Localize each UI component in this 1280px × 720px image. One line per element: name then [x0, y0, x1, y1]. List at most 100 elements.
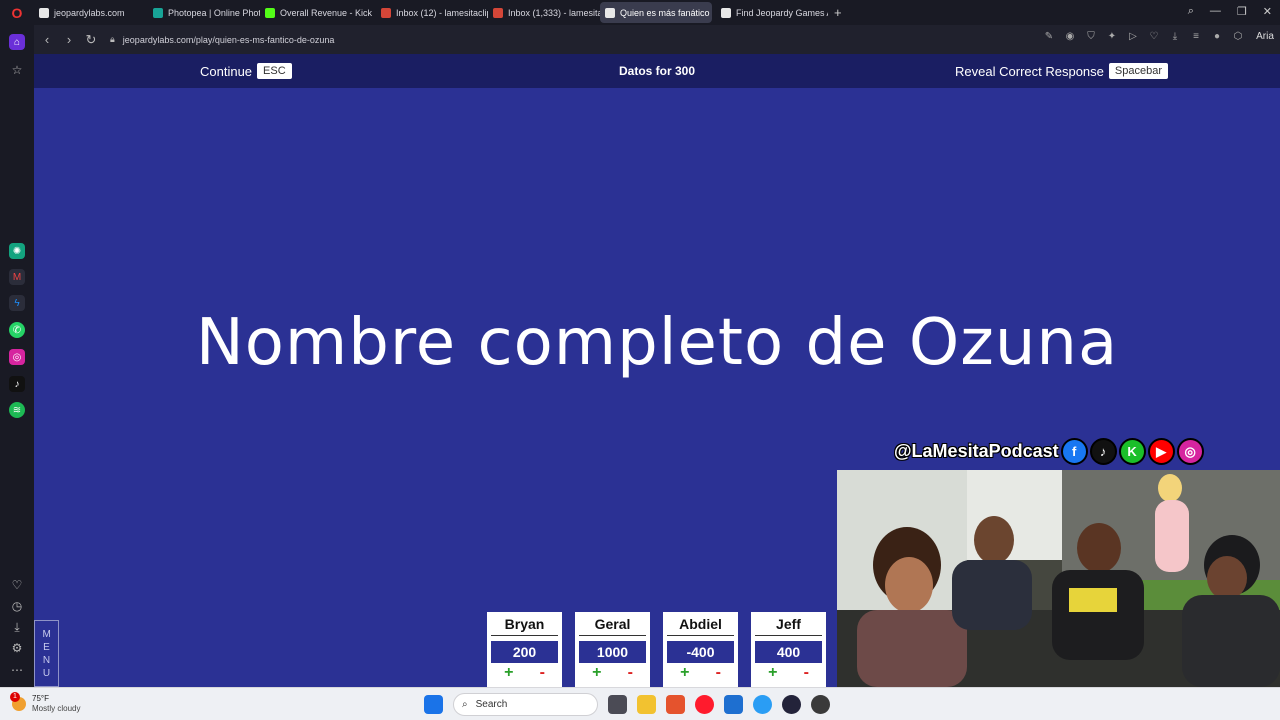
- search-tabs-icon[interactable]: ⌕: [1188, 5, 1194, 18]
- tab-favicon-icon: [153, 7, 163, 18]
- tab-label: jeopardylabs.com: [54, 7, 125, 18]
- tab-label: Overall Revenue - Kick Da: [280, 7, 372, 18]
- podcast-handle: @LaMesitaPodcast: [894, 441, 1059, 461]
- search-icon: ⌕: [462, 699, 468, 710]
- reveal-response-button[interactable]: Reveal Correct Response Spacebar: [955, 63, 1168, 79]
- file-explorer-icon[interactable]: [637, 695, 656, 714]
- question-text: Nombre completo de Ozuna: [195, 306, 1119, 380]
- taskbar-apps: ⌕ Search: [424, 693, 830, 716]
- back-icon[interactable]: ‹: [36, 32, 58, 47]
- downloads-icon[interactable]: ⤓: [9, 619, 25, 635]
- messenger-icon[interactable]: ϟ: [9, 295, 25, 311]
- tiktok-icon[interactable]: ♪: [9, 376, 25, 392]
- subtract-points-button[interactable]: -: [628, 665, 633, 681]
- weather-temp: 75°F: [32, 694, 49, 703]
- kick-icon: K: [1118, 438, 1146, 465]
- forward-icon[interactable]: ›: [58, 32, 80, 47]
- subtract-points-button[interactable]: -: [804, 665, 809, 681]
- tab-label: Quien es más fanático de: [620, 7, 712, 18]
- menu-button[interactable]: MENU: [34, 620, 59, 687]
- team-name[interactable]: Jeff: [755, 616, 822, 636]
- facebook-icon: f: [1060, 438, 1088, 465]
- opera-icon[interactable]: [695, 695, 714, 714]
- camera-icon[interactable]: ◉: [1065, 31, 1075, 42]
- add-points-button[interactable]: +: [680, 665, 689, 681]
- store-icon[interactable]: [724, 695, 743, 714]
- brave-icon[interactable]: [666, 695, 685, 714]
- tab-label: Find Jeopardy Games Abo: [736, 7, 828, 18]
- play-icon[interactable]: ▷: [1128, 31, 1138, 42]
- tab-find-jeopardy[interactable]: Find Jeopardy Games Abo: [716, 2, 828, 23]
- jeopardy-page: Continue ESC Datos for 300 Reveal Correc…: [34, 54, 1280, 687]
- search-placeholder: Search: [475, 699, 508, 710]
- tab-label: Inbox (12) - lamesitaclips@: [396, 7, 488, 18]
- browser-sidebar: ⌂ ☆ ✺ M ϟ ✆ ◎ ♪ ≋ ♡ ◷ ⤓ ⚙ ⋯: [0, 25, 34, 687]
- tab-favicon-icon: [493, 7, 503, 18]
- tab-favicon-icon: [381, 7, 391, 18]
- subtract-points-button[interactable]: -: [716, 665, 721, 681]
- team-score: 200: [491, 641, 558, 663]
- add-points-button[interactable]: +: [768, 665, 777, 681]
- star-icon[interactable]: ☆: [9, 62, 25, 78]
- tab-label: Photopea | Online Photo E: [168, 7, 260, 18]
- reveal-label: Reveal Correct Response: [955, 63, 1104, 79]
- team-card: Jeff 400 + -: [751, 612, 826, 687]
- reload-icon[interactable]: ↻: [80, 32, 102, 48]
- download-icon[interactable]: ⤓: [1170, 31, 1180, 42]
- tab-quien-es-mas-fanatico[interactable]: Quien es más fanático de: [600, 2, 712, 23]
- profile-icon[interactable]: ●: [1212, 31, 1222, 42]
- add-points-button[interactable]: +: [592, 665, 601, 681]
- lock-icon[interactable]: 🔒︎: [110, 34, 115, 45]
- opera-logo-icon[interactable]: O: [0, 0, 34, 25]
- settings-icon[interactable]: ⚙: [9, 640, 25, 656]
- task-view-icon[interactable]: [608, 695, 627, 714]
- app-icon[interactable]: [753, 695, 772, 714]
- team-name[interactable]: Geral: [579, 616, 646, 636]
- chatgpt-icon[interactable]: ✺: [9, 243, 25, 259]
- gmail-icon[interactable]: M: [9, 269, 25, 285]
- subtract-points-button[interactable]: -: [540, 665, 545, 681]
- shield-icon[interactable]: ⛉: [1086, 31, 1096, 42]
- app-icon[interactable]: [782, 695, 801, 714]
- team-name[interactable]: Bryan: [491, 616, 558, 636]
- app-icon[interactable]: [811, 695, 830, 714]
- webcam-overlay: [837, 470, 1280, 687]
- tab-favicon-icon: [265, 7, 275, 18]
- team-name[interactable]: Abdiel: [667, 616, 734, 636]
- extensions-icon[interactable]: ✦: [1107, 31, 1117, 42]
- maximize-icon[interactable]: ❐: [1237, 5, 1247, 18]
- aria-button[interactable]: Aria: [1254, 31, 1276, 42]
- home-icon[interactable]: ⌂: [9, 34, 25, 50]
- team-card: Abdiel -400 + -: [663, 612, 738, 687]
- heart-icon[interactable]: ♡: [9, 577, 25, 593]
- edit-icon[interactable]: ✎: [1044, 31, 1054, 42]
- instagram-icon[interactable]: ◎: [9, 349, 25, 365]
- address-bar: ‹ › ↻ 🔒︎ jeopardylabs.com/play/quien-es-…: [34, 25, 1280, 54]
- windows-start-icon[interactable]: [424, 695, 443, 714]
- browser-tab-strip: O jeopardylabs.com Photopea | Online Pho…: [0, 0, 1280, 25]
- add-points-button[interactable]: +: [504, 665, 513, 681]
- tab-inbox-clips[interactable]: Inbox (12) - lamesitaclips@: [376, 2, 488, 23]
- tab-jeopardylabs[interactable]: jeopardylabs.com: [34, 2, 144, 23]
- history-icon[interactable]: ◷: [9, 598, 25, 614]
- team-card: Geral 1000 + -: [575, 612, 650, 687]
- heart-icon[interactable]: ♡: [1149, 31, 1159, 42]
- close-icon[interactable]: ✕: [1263, 5, 1272, 18]
- tab-kick-revenue[interactable]: Overall Revenue - Kick Da: [260, 2, 372, 23]
- url-field[interactable]: jeopardylabs.com/play/quien-es-ms-fantic…: [123, 35, 335, 45]
- weather-icon: 1: [10, 692, 26, 711]
- tab-photopea[interactable]: Photopea | Online Photo E: [148, 2, 260, 23]
- spotify-icon[interactable]: ≋: [9, 402, 25, 418]
- tab-inbox-podcast[interactable]: Inbox (1,333) - lamesitapo: [488, 2, 600, 23]
- weather-widget[interactable]: 1 75°F Mostly cloudy: [10, 692, 80, 714]
- whatsapp-icon[interactable]: ✆: [9, 322, 25, 338]
- cube-icon[interactable]: ⬡: [1233, 31, 1243, 42]
- tab-favicon-icon: [605, 7, 615, 18]
- menu-lines-icon[interactable]: ≡: [1191, 31, 1201, 42]
- minimize-icon[interactable]: —: [1210, 5, 1221, 18]
- more-icon[interactable]: ⋯: [9, 662, 25, 678]
- windows-taskbar: 1 75°F Mostly cloudy ⌕ Search: [0, 687, 1280, 720]
- tab-label: Inbox (1,333) - lamesitapo: [508, 7, 600, 18]
- taskbar-search[interactable]: ⌕ Search: [453, 693, 598, 716]
- new-tab-icon[interactable]: +: [834, 5, 842, 20]
